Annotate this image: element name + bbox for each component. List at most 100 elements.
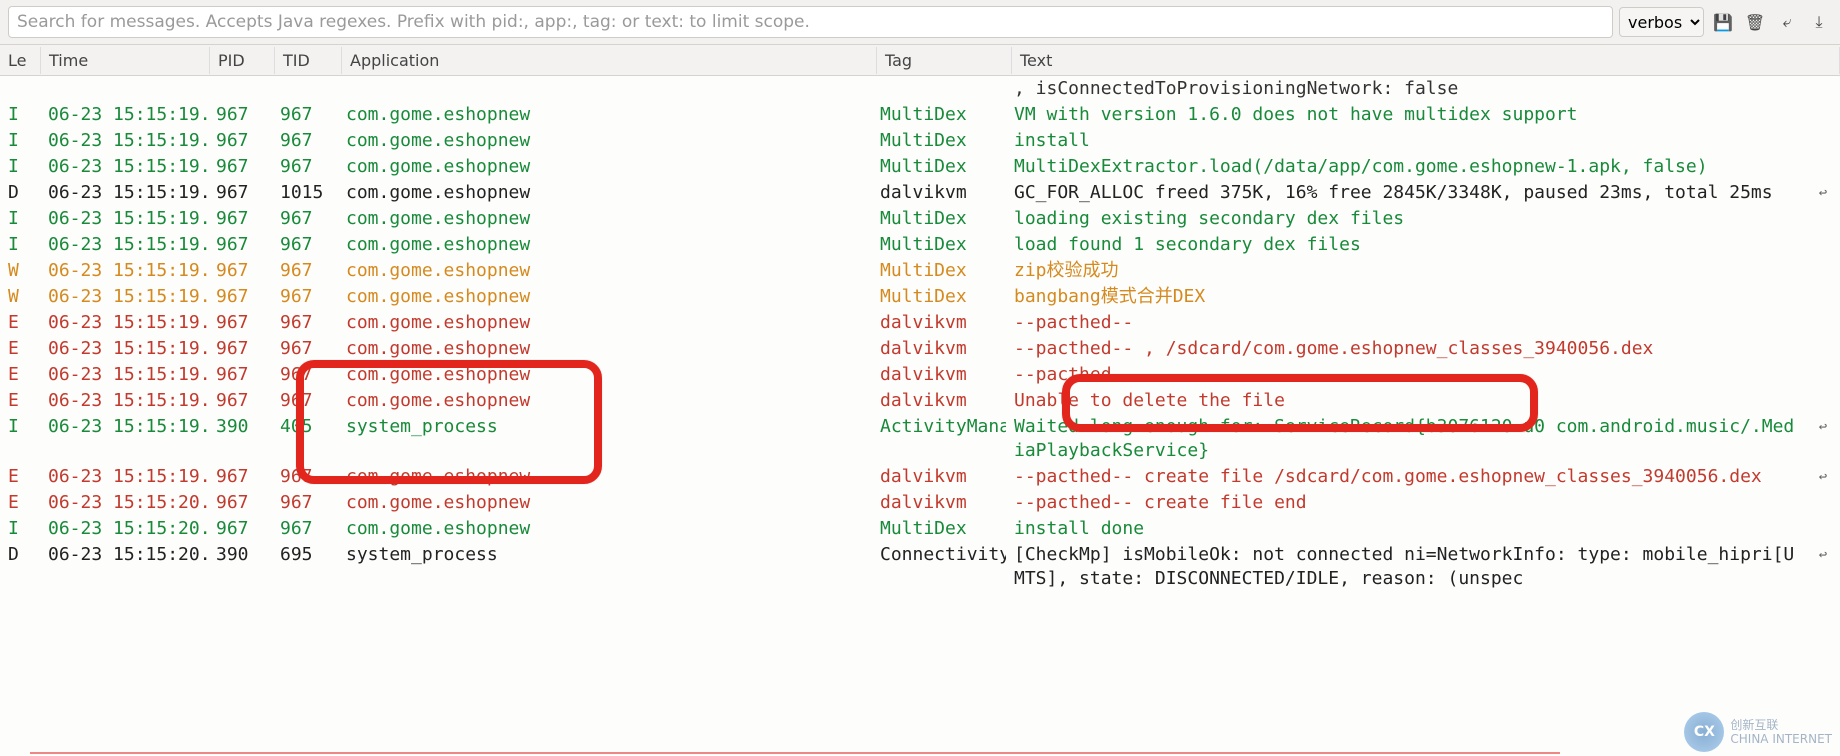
table-row[interactable]: , isConnectedToProvisioningNetwork: fals… <box>0 76 1840 102</box>
log-time: 06-23 15:15:19.77 <box>40 285 208 309</box>
log-tid: 967 <box>272 337 338 361</box>
log-tid: 967 <box>272 285 338 309</box>
log-text: Waited long enough for: ServiceRecord{b3… <box>1006 415 1806 463</box>
log-level: E <box>0 465 40 489</box>
log-time: 06-23 15:15:20.56 <box>40 491 208 515</box>
soft-wrap-icon[interactable]: ⤶ <box>1774 9 1800 35</box>
logcat-body[interactable]: , isConnectedToProvisioningNetwork: fals… <box>0 76 1840 756</box>
log-text: GC_FOR_ALLOC freed 375K, 16% free 2845K/… <box>1006 181 1806 205</box>
col-app[interactable]: Application <box>342 47 877 74</box>
table-row[interactable]: E06-23 15:15:20.56967967com.gome.eshopne… <box>0 490 1840 516</box>
log-level-select[interactable]: verbose <box>1619 7 1704 37</box>
table-row[interactable]: E06-23 15:15:19.82967967com.gome.eshopne… <box>0 310 1840 336</box>
table-row[interactable]: E06-23 15:15:19.82967967com.gome.eshopne… <box>0 362 1840 388</box>
log-tid: 967 <box>272 389 338 413</box>
log-level: E <box>0 389 40 413</box>
clear-icon[interactable]: 🗑 <box>1742 9 1768 35</box>
log-pid: 390 <box>208 543 272 567</box>
log-app: com.gome.eshopnew <box>338 207 872 231</box>
log-time: 06-23 15:15:19.95 <box>40 465 208 489</box>
log-time: 06-23 15:15:19.77 <box>40 259 208 283</box>
log-pid: 967 <box>208 337 272 361</box>
log-time: 06-23 15:15:19.82 <box>40 389 208 413</box>
table-row[interactable]: I06-23 15:15:20.56967967com.gome.eshopne… <box>0 516 1840 542</box>
table-row[interactable]: I06-23 15:15:19.84390405system_processAc… <box>0 414 1840 464</box>
log-app: com.gome.eshopnew <box>338 363 872 387</box>
log-pid: 967 <box>208 207 272 231</box>
col-level[interactable]: Le <box>0 47 41 74</box>
log-text: --pacthed-- , /sdcard/com.gome.eshopnew_… <box>1006 337 1806 361</box>
log-level: I <box>0 129 40 153</box>
log-tag: MultiDex <box>872 517 1006 541</box>
log-app: com.gome.eshopnew <box>338 311 872 335</box>
watermark-logo-icon <box>1684 712 1724 752</box>
log-pid: 390 <box>208 415 272 439</box>
log-tag: dalvikvm <box>872 181 1006 205</box>
col-time[interactable]: Time <box>41 47 210 74</box>
log-tid: 967 <box>272 233 338 257</box>
log-app: system_process <box>338 415 872 439</box>
table-row[interactable]: D06-23 15:15:20.51390695system_processCo… <box>0 542 1840 592</box>
wrap-icon: ↩ <box>1806 543 1840 567</box>
log-time: 06-23 15:15:19.67 <box>40 155 208 179</box>
log-time: 06-23 15:15:19.74 <box>40 207 208 231</box>
table-row[interactable]: E06-23 15:15:19.95967967com.gome.eshopne… <box>0 464 1840 490</box>
log-pid: 967 <box>208 259 272 283</box>
table-row[interactable]: I06-23 15:15:19.74967967com.gome.eshopne… <box>0 206 1840 232</box>
log-pid: 967 <box>208 517 272 541</box>
table-row[interactable]: E06-23 15:15:19.82967967com.gome.eshopne… <box>0 388 1840 414</box>
col-tag[interactable]: Tag <box>877 47 1012 74</box>
log-tag: dalvikvm <box>872 389 1006 413</box>
col-text[interactable]: Text <box>1012 47 1840 74</box>
log-pid: 967 <box>208 285 272 309</box>
log-app: com.gome.eshopnew <box>338 129 872 153</box>
table-row[interactable]: D06-23 15:15:19.739671015com.gome.eshopn… <box>0 180 1840 206</box>
log-text: --pacthed-- create file end <box>1006 491 1806 515</box>
log-tid: 967 <box>272 491 338 515</box>
log-tag: MultiDex <box>872 233 1006 257</box>
log-level: I <box>0 415 40 439</box>
col-pid[interactable]: PID <box>210 47 275 74</box>
log-tid: 967 <box>272 155 338 179</box>
log-time: 06-23 15:15:19.82 <box>40 363 208 387</box>
log-tag: dalvikvm <box>872 465 1006 489</box>
log-app: system_process <box>338 543 872 567</box>
log-tag: MultiDex <box>872 259 1006 283</box>
log-time: 06-23 15:15:19.73 <box>40 181 208 205</box>
log-level: D <box>0 181 40 205</box>
log-app: com.gome.eshopnew <box>338 155 872 179</box>
watermark: 创新互联 CHINA INTERNET <box>1684 712 1832 752</box>
wrap-icon: ↩ <box>1806 415 1840 439</box>
logcat-header: Le Time PID TID Application Tag Text <box>0 45 1840 76</box>
log-app: com.gome.eshopnew <box>338 389 872 413</box>
log-tid: 695 <box>272 543 338 567</box>
log-tid: 1015 <box>272 181 338 205</box>
log-level: W <box>0 259 40 283</box>
log-text: bangbang模式合并DEX <box>1006 285 1806 309</box>
table-row[interactable]: W06-23 15:15:19.77967967com.gome.eshopne… <box>0 284 1840 310</box>
table-row[interactable]: I06-23 15:15:19.67967967com.gome.eshopne… <box>0 154 1840 180</box>
table-row[interactable]: I06-23 15:15:19.62967967com.gome.eshopne… <box>0 128 1840 154</box>
table-row[interactable]: E06-23 15:15:19.82967967com.gome.eshopne… <box>0 336 1840 362</box>
log-app: com.gome.eshopnew <box>338 465 872 489</box>
log-tag: MultiDex <box>872 285 1006 309</box>
log-level: W <box>0 285 40 309</box>
table-row[interactable]: W06-23 15:15:19.77967967com.gome.eshopne… <box>0 258 1840 284</box>
log-text: VM with version 1.6.0 does not have mult… <box>1006 103 1806 127</box>
save-icon[interactable]: 💾 <box>1710 9 1736 35</box>
scroll-end-icon[interactable]: ⤓ <box>1806 9 1832 35</box>
log-tid: 967 <box>272 129 338 153</box>
log-text: zip校验成功 <box>1006 259 1806 283</box>
log-app: com.gome.eshopnew <box>338 285 872 309</box>
table-row[interactable]: I06-23 15:15:19.77967967com.gome.eshopne… <box>0 232 1840 258</box>
col-tid[interactable]: TID <box>275 47 342 74</box>
search-input[interactable] <box>8 6 1613 38</box>
logcat-toolbar: verbose 💾 🗑 ⤶ ⤓ <box>0 0 1840 45</box>
table-row[interactable]: I06-23 15:15:19.62967967com.gome.eshopne… <box>0 102 1840 128</box>
log-level: I <box>0 517 40 541</box>
log-time: 06-23 15:15:19.84 <box>40 415 208 439</box>
log-level: D <box>0 543 40 567</box>
log-pid: 967 <box>208 233 272 257</box>
log-text: loading existing secondary dex files <box>1006 207 1806 231</box>
log-pid: 967 <box>208 129 272 153</box>
